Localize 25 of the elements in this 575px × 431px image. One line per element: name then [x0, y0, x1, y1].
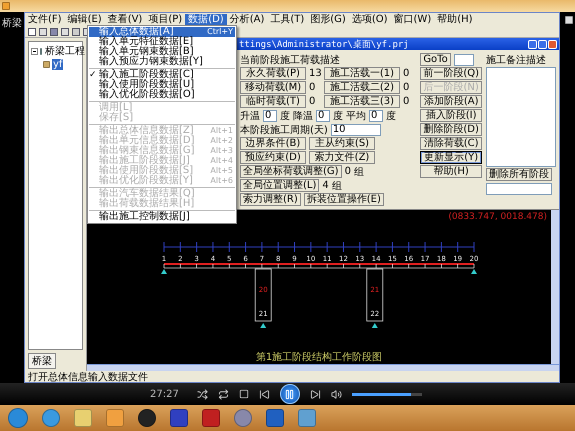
load-count: 0: [309, 82, 316, 93]
temperature-label: 降温: [293, 110, 313, 122]
group-count: 4: [322, 180, 329, 191]
notes-label: 施工备注描述: [486, 54, 546, 66]
unit-label: 度: [333, 110, 343, 122]
period-label: 本阶段施工周期(天): [240, 124, 328, 136]
document-title: ttings\Administrator\桌面\yf.prj: [239, 38, 409, 50]
drawing-caption: 第1施工阶段结构工作阶段图: [256, 350, 382, 364]
player-title: 桥梁: [2, 16, 22, 30]
unit-label: 组: [354, 166, 364, 178]
temperature-label: 升温: [240, 110, 260, 122]
temperature-label: 平均: [346, 110, 366, 122]
unit-label: 度: [386, 110, 396, 122]
load-count: 0: [403, 68, 410, 79]
status-text: 打开总体信息输入数据文件: [28, 370, 148, 384]
playback-time: 27:27: [150, 388, 179, 400]
unit-label: 组: [332, 180, 342, 192]
load-count: 0: [309, 96, 316, 107]
group-label: 当前阶段施工荷载描述: [240, 54, 340, 66]
load-count: 0: [403, 82, 410, 93]
group-count: 0: [344, 166, 351, 177]
load-count: 13: [309, 68, 321, 79]
coordinate-readout: (0833.747, 0018.478): [447, 211, 548, 224]
load-count: 0: [403, 96, 410, 107]
unit-label: 度: [280, 110, 290, 122]
